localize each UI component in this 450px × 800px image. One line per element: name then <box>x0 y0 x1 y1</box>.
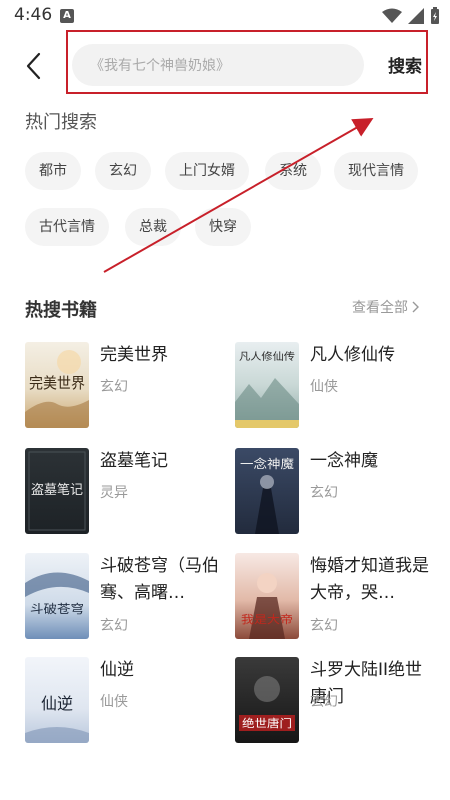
book-genre: 灵异 <box>100 485 128 501</box>
book-cover: 我是大帝 <box>235 553 299 639</box>
book-cover: 仙逆 <box>25 657 89 743</box>
tag-item[interactable]: 快穿 <box>195 208 251 246</box>
book-item[interactable]: 凡人修仙传 凡人修仙传 仙侠 <box>235 342 435 432</box>
book-title: 悔婚才知道我是大帝，哭… <box>310 556 429 603</box>
book-cover: 一念神魔 <box>235 448 299 534</box>
book-title: 凡人修仙传 <box>310 345 395 365</box>
book-title: 一念神魔 <box>310 451 378 471</box>
search-placeholder: 《我有七个神兽奶娘》 <box>90 58 230 74</box>
see-all-label: 查看全部 <box>352 300 408 316</box>
book-title: 斗破苍穹（马伯骞、高曙… <box>100 556 219 603</box>
book-item[interactable]: 仙逆 仙逆 仙侠 <box>25 657 225 747</box>
cover-text: 完美世界 <box>29 374 85 392</box>
book-cover: 完美世界 <box>25 342 89 428</box>
book-genre: 玄幻 <box>100 618 128 634</box>
book-item[interactable]: 完美世界 完美世界 玄幻 <box>25 342 225 432</box>
tag-item[interactable]: 系统 <box>265 152 321 190</box>
cover-text: 绝世唐门 <box>242 716 292 730</box>
book-genre: 仙侠 <box>310 379 338 395</box>
hot-search-title: 热门搜索 <box>25 112 97 133</box>
hot-books-title: 热搜书籍 <box>25 300 97 321</box>
cover-text: 凡人修仙传 <box>239 350 295 363</box>
notification-icon: A <box>60 9 74 23</box>
cover-text: 仙逆 <box>41 694 73 713</box>
book-title: 完美世界 <box>100 345 168 365</box>
chevron-left-icon <box>26 52 41 80</box>
signal-icon <box>408 8 424 24</box>
book-item[interactable]: 绝世唐门 斗罗大陆II绝世唐门 玄幻 <box>235 657 435 747</box>
book-genre: 玄幻 <box>310 618 338 634</box>
tag-item[interactable]: 都市 <box>25 152 81 190</box>
book-item[interactable]: 盗墓笔记 盗墓笔记 灵异 <box>25 448 225 538</box>
book-item[interactable]: 斗破苍穹 斗破苍穹（马伯骞、高曙… 玄幻 <box>25 553 225 643</box>
book-title: 盗墓笔记 <box>100 451 168 471</box>
status-icons <box>382 6 440 26</box>
tag-item[interactable]: 古代言情 <box>25 208 109 246</box>
chevron-right-icon <box>412 301 419 313</box>
cover-text: 斗破苍穹 <box>30 601 84 616</box>
book-genre: 玄幻 <box>310 485 338 501</box>
tag-item[interactable]: 玄幻 <box>95 152 151 190</box>
see-all-link[interactable]: 查看全部 <box>352 297 420 317</box>
book-genre: 玄幻 <box>310 694 338 710</box>
book-cover: 凡人修仙传 <box>235 342 299 428</box>
book-genre: 玄幻 <box>100 379 128 395</box>
book-cover: 斗破苍穹 <box>25 553 89 639</box>
tag-item[interactable]: 现代言情 <box>334 152 418 190</box>
book-genre: 仙侠 <box>100 694 128 710</box>
cover-text: 我是大帝 <box>241 612 293 626</box>
search-input[interactable]: 《我有七个神兽奶娘》 <box>72 44 364 86</box>
book-title: 仙逆 <box>100 660 134 680</box>
battery-icon <box>431 7 439 24</box>
book-cover: 盗墓笔记 <box>25 448 89 534</box>
book-cover: 绝世唐门 <box>235 657 299 743</box>
status-bar: 4:46 A <box>0 0 450 32</box>
cover-text: 盗墓笔记 <box>31 482 83 498</box>
book-item[interactable]: 一念神魔 一念神魔 玄幻 <box>235 448 435 538</box>
tag-item[interactable]: 上门女婿 <box>165 152 249 190</box>
book-item[interactable]: 我是大帝 悔婚才知道我是大帝，哭… 玄幻 <box>235 553 435 643</box>
tag-item[interactable]: 总裁 <box>125 208 181 246</box>
search-button[interactable]: 搜索 <box>388 52 422 77</box>
wifi-icon <box>382 8 402 23</box>
status-time: 4:46 <box>14 5 53 25</box>
back-button[interactable] <box>18 48 48 84</box>
cover-text: 一念神魔 <box>240 456 294 471</box>
